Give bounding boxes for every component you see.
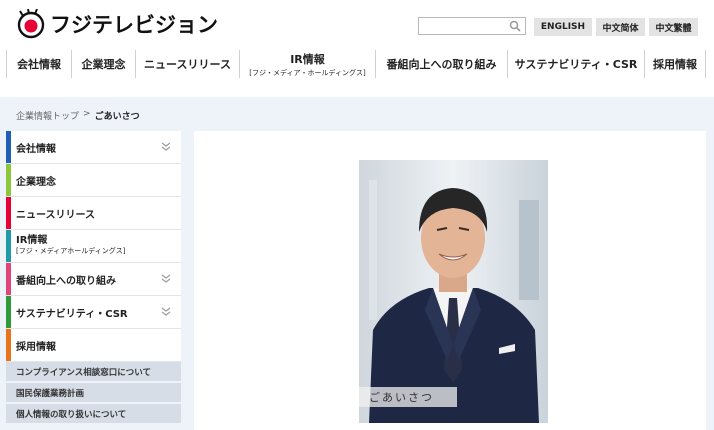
sidebar-item-label: ニュースリリース [16, 209, 95, 221]
chevron-down-icon[interactable] [161, 307, 171, 317]
sidebar-item-label: 番組向上への取り組み [16, 275, 116, 287]
search-icon[interactable] [509, 20, 521, 32]
sidebar-item-label: IR情報 [16, 235, 48, 246]
fuji-eye-logo-icon [17, 9, 45, 39]
language-traditional-chinese-button[interactable]: 中文繁體 [649, 18, 698, 36]
gnav-label: IR情報 [290, 52, 325, 66]
gnav-label: 企業理念 [81, 58, 126, 71]
site-header: フジテレビジョン ENGLISH 中文简体 中文繁體 会社情報 企業理念 ニュー… [0, 0, 714, 97]
breadcrumb-home-link[interactable]: 企業情報トップ [16, 109, 79, 122]
president-portrait-image [359, 160, 548, 423]
breadcrumb-current: ごあいさつ [94, 112, 140, 122]
sidebar-item-label: 企業理念 [16, 176, 56, 188]
language-simplified-chinese-button[interactable]: 中文简体 [596, 18, 645, 36]
sidebar-color-bar [6, 263, 11, 295]
sidebar-item-recruitment[interactable]: 採用情報 [6, 329, 181, 362]
sidebar-color-bar [6, 197, 11, 229]
sidebar-link-privacy[interactable]: 個人情報の取り扱いについて [6, 404, 181, 425]
sidebar-item-sublabel: [フジ・メディアホールディングス] [16, 247, 126, 255]
sidebar-item-sustainability-csr[interactable]: サステナビリティ・CSR [6, 296, 181, 329]
site-logo[interactable]: フジテレビジョン [16, 8, 218, 40]
gnav-news-release[interactable]: ニュースリリース [135, 50, 239, 78]
sidebar-color-bar [6, 164, 11, 196]
search-input[interactable] [418, 17, 526, 35]
gnav-label: ニュースリリース [144, 58, 231, 71]
sidebar-item-label: 採用情報 [16, 341, 56, 353]
chevron-down-icon[interactable] [161, 274, 171, 284]
sidebar-item-corporate-philosophy[interactable]: 企業理念 [6, 164, 181, 197]
sidebar-item-label: 会社情報 [16, 143, 56, 155]
gnav-label: 番組向上への取り組み [386, 58, 497, 71]
gnav-label: サステナビリティ・CSR [514, 58, 638, 71]
sidebar-color-bar [6, 296, 11, 328]
gnav-sustainability-csr[interactable]: サステナビリティ・CSR [507, 50, 644, 78]
language-english-button[interactable]: ENGLISH [534, 18, 592, 36]
breadcrumb: 企業情報トップ > ごあいさつ [16, 109, 140, 122]
photo-caption: ごあいさつ [359, 387, 457, 407]
sidebar-item-ir-info[interactable]: IR情報 [フジ・メディアホールディングス] [6, 230, 181, 263]
gnav-sublabel: [フジ・メディア・ホールディングス] [249, 68, 366, 77]
sidebar-item-news-release[interactable]: ニュースリリース [6, 197, 181, 230]
gnav-divider [705, 50, 706, 78]
gnav-program-improvement[interactable]: 番組向上への取り組み [375, 50, 507, 78]
gnav-ir-info[interactable]: IR情報 [フジ・メディア・ホールディングス] [239, 50, 375, 78]
sidebar: 会社情報 企業理念 ニュースリリース IR情報 [フジ・メディアホールディングス… [6, 131, 181, 425]
sidebar-item-label: サステナビリティ・CSR [16, 308, 128, 320]
sidebar-item-company-info[interactable]: 会社情報 [6, 131, 181, 164]
sidebar-color-bar [6, 329, 11, 361]
chevron-down-icon[interactable] [161, 142, 171, 152]
logo-wordmark: フジテレビジョン [50, 13, 218, 37]
gnav-label: 会社情報 [17, 58, 61, 71]
sidebar-color-bar [6, 230, 11, 262]
gnav-corporate-philosophy[interactable]: 企業理念 [71, 50, 135, 78]
gnav-company-info[interactable]: 会社情報 [6, 50, 71, 78]
main-panel: ごあいさつ [194, 131, 706, 430]
gnav-recruitment[interactable]: 採用情報 [644, 50, 705, 78]
sidebar-color-bar [6, 131, 11, 163]
sidebar-item-program-improvement[interactable]: 番組向上への取り組み [6, 263, 181, 296]
gnav-label: 採用情報 [653, 58, 697, 71]
global-nav: 会社情報 企業理念 ニュースリリース IR情報 [フジ・メディア・ホールディング… [0, 50, 714, 78]
sidebar-link-compliance[interactable]: コンプライアンス相談窓口について [6, 362, 181, 383]
president-photo: ごあいさつ [359, 160, 548, 423]
sidebar-link-civil-protection[interactable]: 国民保護業務計画 [6, 383, 181, 404]
breadcrumb-separator: > [83, 109, 91, 119]
